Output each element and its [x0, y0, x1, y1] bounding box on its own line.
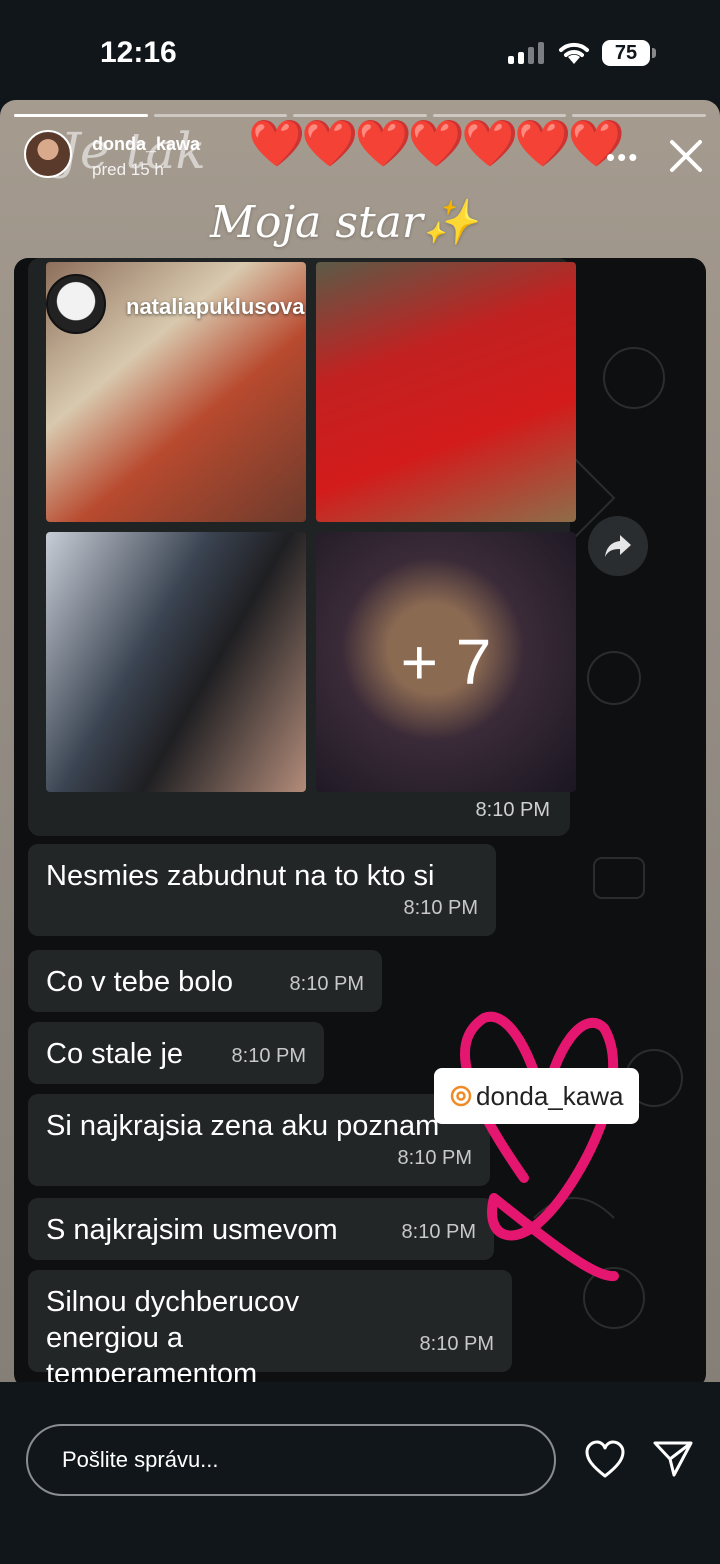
more-dots-icon[interactable]: •••	[606, 142, 639, 173]
battery-icon: 75	[602, 40, 656, 66]
message-input[interactable]: Pošlite správu...	[26, 1424, 556, 1496]
send-icon[interactable]	[652, 1438, 694, 1480]
hearts-sticker: ❤️❤️❤️❤️❤️❤️❤️	[248, 117, 625, 169]
story-caption: Moja star✨	[210, 197, 478, 248]
reply-bar: Pošlite správu...	[0, 1382, 720, 1564]
chat-screenshot: + 7 nataliapuklusova 8:10 PM Nesmies zab…	[14, 258, 706, 1382]
heart-scribble	[459, 1011, 619, 1281]
story-username[interactable]: donda_kawa	[92, 134, 200, 155]
story-timestamp: pred 15 h	[92, 160, 164, 179]
cellular-signal-icon	[508, 42, 544, 64]
threads-icon	[450, 1085, 472, 1107]
mention-sticker[interactable]: donda_kawa	[434, 1068, 640, 1124]
close-icon[interactable]	[666, 136, 706, 176]
heart-icon[interactable]	[584, 1440, 626, 1480]
mention-username: donda_kawa	[476, 1080, 624, 1111]
status-bar: 12:16 75	[0, 0, 720, 100]
message-input-placeholder: Pošlite správu...	[62, 1447, 219, 1472]
avatar[interactable]	[24, 130, 72, 178]
story-viewer[interactable]: Je tak donda_kawa pred 15 h ❤️❤️❤️❤️❤️❤️…	[0, 100, 720, 1382]
wifi-icon	[559, 42, 589, 64]
progress-segment	[14, 114, 148, 117]
clock: 12:16	[100, 36, 177, 69]
